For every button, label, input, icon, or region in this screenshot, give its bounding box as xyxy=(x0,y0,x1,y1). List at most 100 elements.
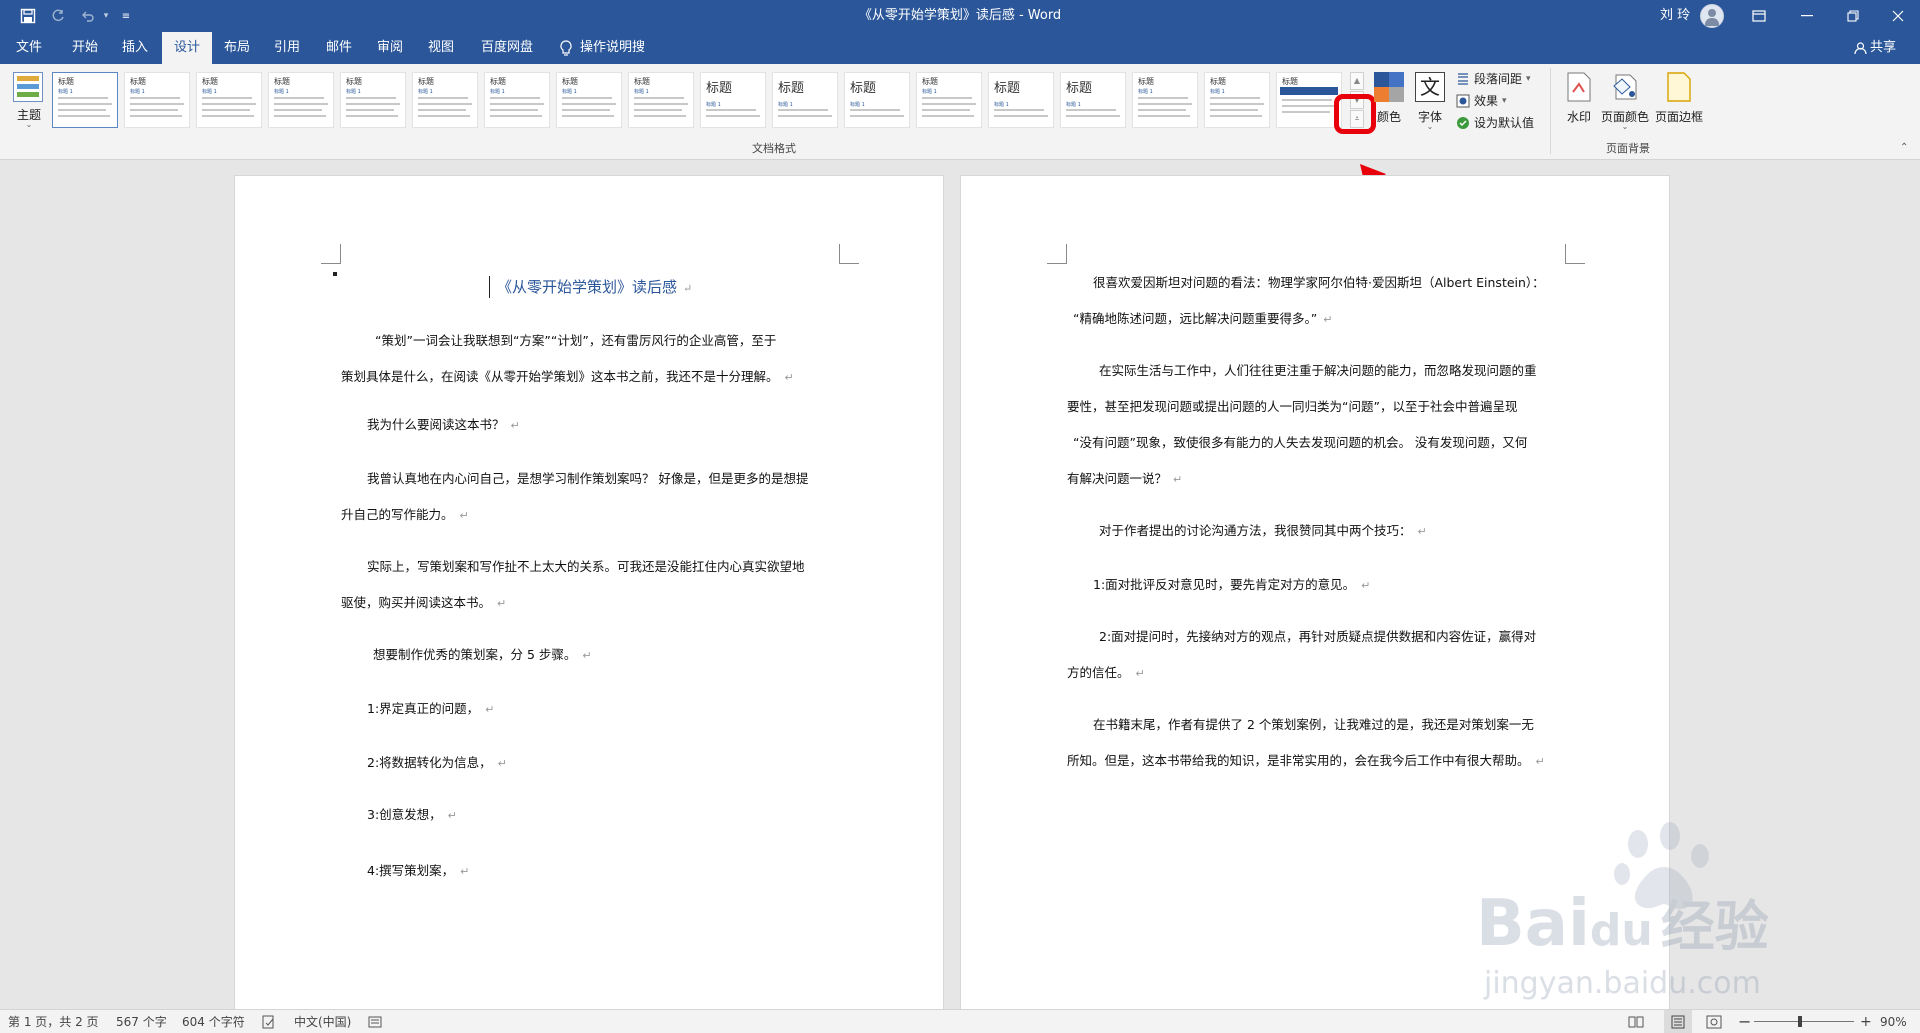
macro-recording-icon[interactable] xyxy=(368,1010,382,1033)
style-set-item[interactable]: 标题 标题 1 xyxy=(196,72,262,128)
paragraph[interactable]: 1:界定真正的问题， ↵ xyxy=(367,698,494,717)
minimize-icon[interactable] xyxy=(1784,0,1830,32)
zoom-in-button[interactable]: + xyxy=(1860,1010,1872,1033)
paragraph[interactable]: “没有问题”现象，致使很多有能力的人失去发现问题的机会。 没有发现问题，又何 xyxy=(1073,432,1527,451)
colors-button[interactable]: 颜色 xyxy=(1372,70,1406,136)
set-as-default-button[interactable]: 设为默认值 xyxy=(1456,114,1534,131)
zoom-out-button[interactable]: − xyxy=(1738,1010,1751,1033)
colors-label: 颜色 xyxy=(1376,110,1401,124)
print-layout-icon[interactable] xyxy=(1664,1010,1692,1033)
paragraph[interactable]: 3:创意发想， ↵ xyxy=(367,804,457,823)
share-person-icon[interactable] xyxy=(1850,32,1870,64)
style-set-item[interactable]: 标题 标题 1 xyxy=(916,72,982,128)
document-area[interactable]: 《从零开始学策划》读后感 ↵ “策划”一词会让我联想到“方案”“计划”，还有雷厉风… xyxy=(0,160,1920,1009)
style-set-item[interactable]: 标题 标题 1 xyxy=(700,72,766,128)
paragraph[interactable]: 方的信任。 ↵ xyxy=(1067,662,1145,681)
paragraph[interactable]: 很喜欢爱因斯坦对问题的看法：物理学家阿尔伯特·爱因斯坦（Albert Einst… xyxy=(1093,272,1545,291)
paragraph[interactable]: 策划具体是什么，在阅读《从零开始学策划》这本书之前，我还不是十分理解。 ↵ xyxy=(341,366,794,385)
effects-icon xyxy=(1456,94,1470,107)
margin-corner-mark xyxy=(839,244,859,264)
style-set-item[interactable]: 标题 标题 1 xyxy=(340,72,406,128)
paragraph[interactable]: 我曾认真地在内心问自己，是想学习制作策划案吗？ 好像是，但是更多的是想提 xyxy=(367,468,808,487)
language[interactable]: 中文(中国) xyxy=(294,1010,351,1033)
paragraph[interactable]: 驱使，购买并阅读这本书。 ↵ xyxy=(341,592,506,611)
tab-references[interactable]: 引用 xyxy=(264,32,310,64)
paragraph-bullet-mark xyxy=(333,272,337,276)
tab-baidu-netdisk[interactable]: 百度网盘 xyxy=(474,32,540,64)
user-avatar[interactable] xyxy=(1700,4,1724,28)
style-set-item[interactable]: 标题 标题 1 xyxy=(1204,72,1270,128)
paragraph[interactable]: 对于作者提出的讨论沟通方法，我很赞同其中两个技巧： ↵ xyxy=(1099,520,1427,539)
page-color-button[interactable]: 页面颜色 ⌄ xyxy=(1598,70,1652,136)
zoom-level[interactable]: 90% xyxy=(1880,1010,1907,1033)
paragraph[interactable]: 想要制作优秀的策划案，分 5 步骤。 ↵ xyxy=(373,644,592,663)
style-set-item[interactable]: 标题 标题 1 xyxy=(484,72,550,128)
paragraph[interactable]: 2:将数据转化为信息， ↵ xyxy=(367,752,507,771)
tab-design[interactable]: 设计 xyxy=(162,32,212,64)
window-title: 《从零开始学策划》读后感 - Word xyxy=(858,8,1062,23)
paragraph[interactable]: 在书籍末尾，作者有提供了 2 个策划案例，让我难过的是，我还是对策划案一无 xyxy=(1093,714,1534,733)
page-borders-icon xyxy=(1667,72,1691,102)
close-icon[interactable] xyxy=(1876,0,1920,32)
paragraph[interactable]: “精确地陈述问题，远比解决问题重要得多。” ↵ xyxy=(1073,308,1332,327)
style-set-item[interactable]: 标题 标题 1 xyxy=(268,72,334,128)
share-button[interactable]: 共享 xyxy=(1870,32,1904,64)
restore-icon[interactable] xyxy=(1830,0,1876,32)
gallery-scroll-up-button[interactable]: ▲ xyxy=(1350,72,1364,90)
page-1[interactable]: 《从零开始学策划》读后感 ↵ “策划”一词会让我联想到“方案”“计划”，还有雷厉风… xyxy=(234,175,944,1009)
tab-insert[interactable]: 插入 xyxy=(112,32,158,64)
style-set-item[interactable]: 标题 标题 1 xyxy=(556,72,622,128)
page-borders-button[interactable]: 页面边框 xyxy=(1652,70,1706,136)
paragraph[interactable]: 1:面对批评反对意见时，要先肯定对方的意见。 ↵ xyxy=(1093,574,1370,593)
colors-icon xyxy=(1374,72,1404,102)
watermark-button[interactable]: 水印 xyxy=(1560,70,1598,136)
style-set-item[interactable]: 标题 标题 1 xyxy=(772,72,838,128)
ribbon-design: 主题 ⌄ 标题 标题 1 标题 标题 1 标题 标题 1 标题 标题 1 标题 标题 1 … xyxy=(0,64,1920,160)
margin-corner-mark xyxy=(321,244,341,264)
paragraph[interactable]: 要性，甚至把发现问题或提出问题的人一同归类为“问题”，以至于社会中普遍呈现 xyxy=(1067,396,1517,415)
user-name[interactable]: 刘 玲 xyxy=(1660,0,1690,32)
style-set-item[interactable]: 标题 标题 1 xyxy=(988,72,1054,128)
effects-button[interactable]: 效果 ▾ xyxy=(1456,92,1507,109)
style-set-item[interactable]: 标题 标题 1 xyxy=(1060,72,1126,128)
style-set-item[interactable]: 标题 标题 1 xyxy=(1132,72,1198,128)
paragraph[interactable]: 2:面对提问时，先接纳对方的观点，再针对质疑点提供数据和内容佐证，赢得对 xyxy=(1099,626,1536,645)
collapse-ribbon-icon[interactable]: ⌃ xyxy=(1900,142,1908,153)
character-count[interactable]: 604 个字符 xyxy=(182,1010,245,1033)
proofing-icon[interactable] xyxy=(262,1010,276,1033)
paragraph[interactable]: 升自己的写作能力。 ↵ xyxy=(341,504,469,523)
style-set-item[interactable]: 标题 xyxy=(1276,72,1342,128)
paragraph[interactable]: 在实际生活与工作中，人们往往更注重于解决问题的能力，而忽略发现问题的重 xyxy=(1099,360,1537,379)
style-set-item[interactable]: 标题 标题 1 xyxy=(628,72,694,128)
paragraph[interactable]: 我为什么要阅读这本书？ ↵ xyxy=(367,414,520,433)
tab-view[interactable]: 视图 xyxy=(418,32,464,64)
tab-file[interactable]: 文件 xyxy=(6,32,52,64)
ribbon-display-options-icon[interactable] xyxy=(1744,0,1774,32)
zoom-slider[interactable] xyxy=(1754,1010,1854,1033)
paragraph[interactable]: 4:撰写策划案， ↵ xyxy=(367,860,469,879)
word-count[interactable]: 567 个字 xyxy=(116,1010,167,1033)
web-layout-icon[interactable] xyxy=(1706,1010,1722,1033)
paragraph-spacing-button[interactable]: 段落间距 ▾ xyxy=(1456,70,1531,87)
style-set-item[interactable]: 标题 标题 1 xyxy=(844,72,910,128)
zoom-slider-thumb[interactable] xyxy=(1798,1016,1802,1027)
ribbon-tab-bar: 文件 开始 插入 设计 布局 引用 邮件 审阅 视图 百度网盘 操作说明搜索 共… xyxy=(0,32,1920,87)
fonts-button[interactable]: 文 字体 ⌄ xyxy=(1412,70,1448,136)
page-count[interactable]: 第 1 页，共 2 页 xyxy=(8,1010,99,1033)
style-set-item[interactable]: 标题 标题 1 xyxy=(124,72,190,128)
read-mode-icon[interactable] xyxy=(1628,1010,1644,1033)
fonts-chevron-icon: ⌄ xyxy=(1426,122,1434,131)
paragraph[interactable]: “策划”一词会让我联想到“方案”“计划”，还有雷厉风行的企业高管，至于 xyxy=(375,330,776,349)
tab-home[interactable]: 开始 xyxy=(62,32,108,64)
tab-review[interactable]: 审阅 xyxy=(367,32,413,64)
style-set-item[interactable]: 标题 标题 1 xyxy=(52,72,118,128)
tell-me-search[interactable]: 操作说明搜索 xyxy=(580,32,654,87)
paragraph[interactable]: 所知。但是，这本书带给我的知识，是非常实用的，会在我今后工作中有很大帮助。 ↵ xyxy=(1067,750,1545,769)
paragraph[interactable]: 实际上，写策划案和写作扯不上太大的关系。可我还是没能扛住内心真实欲望地 xyxy=(367,556,805,575)
paragraph[interactable]: 有解决问题一说？ ↵ xyxy=(1067,468,1182,487)
theme-button[interactable]: 主题 ⌄ xyxy=(10,68,48,138)
style-set-item[interactable]: 标题 标题 1 xyxy=(412,72,478,128)
tab-mailings[interactable]: 邮件 xyxy=(316,32,362,64)
document-title[interactable]: 《从零开始学策划》读后感 ↵ xyxy=(497,276,692,297)
tab-layout[interactable]: 布局 xyxy=(214,32,260,64)
